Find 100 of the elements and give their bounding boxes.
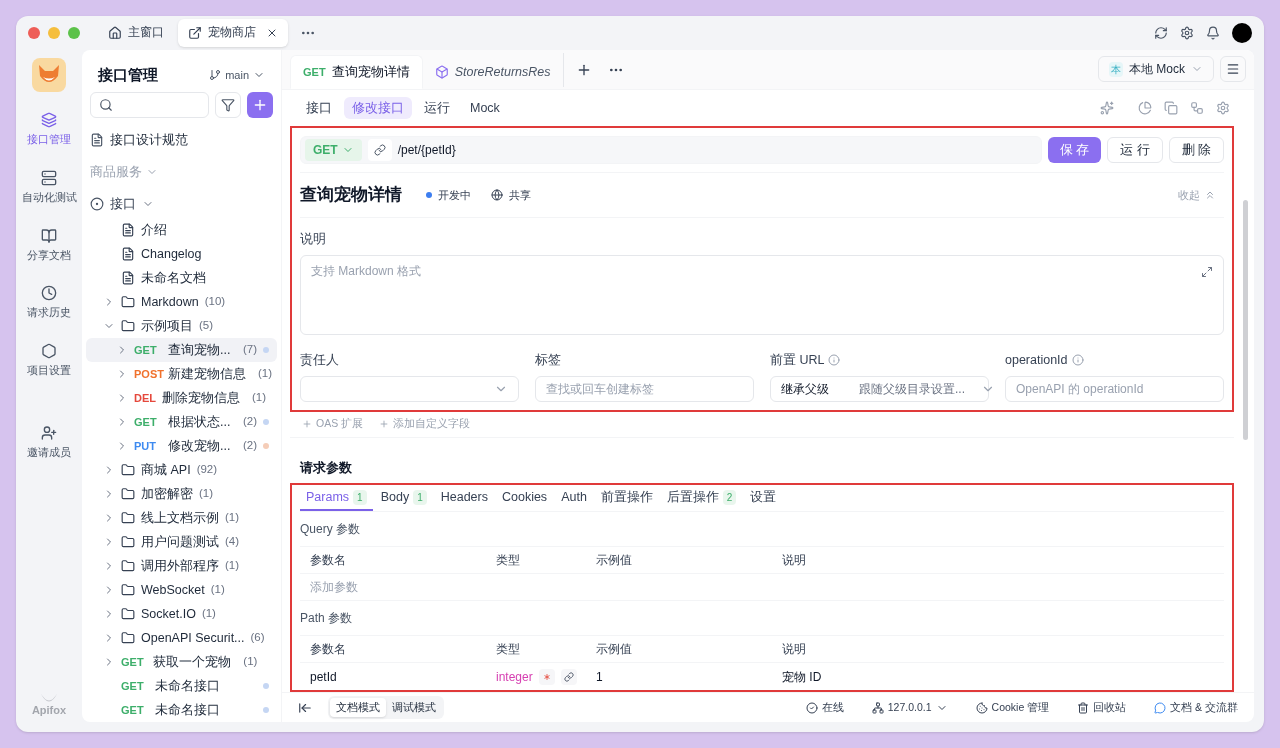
document-tab[interactable]: StoreReturnsRes: [422, 55, 563, 89]
section-title: 请求参数: [298, 458, 353, 477]
column-header: 说明: [782, 641, 807, 658]
cookie-icon: [975, 701, 988, 714]
item-count: (1): [225, 558, 240, 574]
param-tab[interactable]: Params 1: [300, 485, 373, 511]
nav-item[interactable]: 项目设置: [27, 335, 71, 387]
tree-item[interactable]: 线上文档示例: [141, 508, 219, 528]
tree-item[interactable]: Changelog: [141, 244, 202, 264]
sub-tab[interactable]: 运行: [416, 96, 458, 120]
param-tab[interactable]: Auth: [555, 485, 593, 511]
branch-selector[interactable]: main: [209, 66, 265, 84]
api-name: 新建宠物信息: [168, 365, 246, 383]
flow-icon[interactable]: [1190, 101, 1204, 115]
mode-toggle[interactable]: 文档模式: [330, 697, 386, 718]
nav-item[interactable]: 接口管理: [27, 104, 71, 156]
copy-icon[interactable]: [1164, 101, 1178, 115]
minimize-window-button[interactable]: [48, 27, 60, 39]
tree-item[interactable]: Socket.IO: [141, 604, 196, 624]
tree-item[interactable]: 接口: [110, 194, 136, 214]
tree-item[interactable]: 商城 API: [141, 460, 191, 480]
branch-icon: [209, 69, 222, 81]
nav-item[interactable]: 分享文档: [27, 219, 71, 272]
book-icon: [41, 227, 57, 244]
field-label: operationId: [1005, 351, 1068, 369]
status-item[interactable]: 回收站: [1077, 699, 1127, 716]
sub-tab[interactable]: Mock: [462, 96, 508, 120]
api-tree-item[interactable]: PUT 修改宠物... (2): [86, 434, 277, 458]
status-item[interactable]: 127.0.0.1: [871, 699, 948, 716]
environment-selector[interactable]: 本 本地 Mock: [1098, 56, 1214, 82]
tree-item[interactable]: 用户问题测试: [141, 532, 219, 552]
api-tree-item[interactable]: DEL 删除宠物信息 (1): [86, 386, 277, 410]
mode-toggle[interactable]: 调试模式: [386, 697, 442, 718]
bell-icon[interactable]: [1206, 26, 1220, 40]
tab-title: 查询宠物详情: [331, 63, 410, 81]
url-bar[interactable]: GET /pet/{petId}: [300, 136, 1042, 164]
sub-tab[interactable]: 修改接口: [344, 96, 412, 120]
param-tab[interactable]: 前置操作: [594, 485, 659, 511]
collapse-sidebar-icon[interactable]: [298, 700, 312, 715]
menu-button[interactable]: [1220, 56, 1246, 82]
api-name: 修改宠物...: [168, 437, 231, 455]
environment-badge: 本: [1109, 61, 1123, 77]
param-tab[interactable]: 后置操作 2: [660, 485, 743, 511]
api-name: 未命名接口: [155, 677, 220, 695]
sparkle-icon[interactable]: [1100, 101, 1114, 115]
online-icon: [805, 701, 818, 714]
avatar[interactable]: [1232, 23, 1252, 43]
action-button[interactable]: 删 除: [1168, 137, 1224, 163]
menu-icon: [1226, 62, 1240, 76]
tree-item[interactable]: 示例项目: [141, 316, 193, 336]
item-count: (10): [204, 294, 226, 310]
search-icon: [99, 98, 113, 112]
api-tree-item[interactable]: POST 新建宠物信息 (1): [86, 362, 277, 386]
param-tab[interactable]: Headers: [434, 485, 494, 511]
folder-icon: [121, 295, 135, 309]
tree-item[interactable]: 加密解密: [141, 484, 193, 504]
window-tab[interactable]: 宠物商店: [178, 19, 288, 47]
window-tab[interactable]: 主窗口: [98, 19, 174, 47]
plus-icon: [252, 97, 268, 113]
expand-icon[interactable]: [1201, 265, 1213, 278]
tree-item[interactable]: 未命名文档: [141, 268, 206, 288]
share-label[interactable]: 共享: [509, 186, 531, 204]
status-label[interactable]: 开发中: [438, 186, 471, 204]
status-item[interactable]: 在线: [805, 699, 844, 716]
api-tree-item[interactable]: GET 未命名接口: [86, 698, 277, 722]
refresh-icon[interactable]: [1154, 26, 1168, 40]
close-window-button[interactable]: [28, 27, 40, 39]
tree-item[interactable]: Markdown: [141, 292, 199, 312]
field-label: 责任人: [300, 351, 339, 369]
add-button[interactable]: [247, 92, 273, 118]
tree-item[interactable]: OpenAPI Securit...: [141, 628, 245, 648]
select-field[interactable]: 继承父级 跟随父级目录设置...: [770, 375, 989, 402]
status-item[interactable]: 文档 & 交流群: [1154, 699, 1238, 716]
filter-button[interactable]: [215, 92, 241, 118]
tree-item[interactable]: 介绍: [141, 220, 167, 240]
action-button[interactable]: 运 行: [1107, 137, 1163, 163]
nav-item[interactable]: 邀请成员: [27, 416, 71, 469]
search-field[interactable]: [90, 92, 209, 118]
param-tab[interactable]: Body 1: [374, 485, 433, 511]
chart-icon[interactable]: [1138, 101, 1152, 115]
api-tree-item[interactable]: GET 根据状态... (2): [86, 410, 277, 434]
param-tab[interactable]: Cookies: [495, 485, 554, 511]
sub-tab[interactable]: 接口: [298, 96, 340, 120]
nav-item[interactable]: 自动化测试: [21, 161, 77, 214]
tree-item[interactable]: 调用外部程序: [141, 556, 219, 576]
maximize-window-button[interactable]: [68, 27, 80, 39]
api-tree-item[interactable]: GET 获取一个宠物 (1): [86, 650, 277, 674]
link-icon[interactable]: [560, 668, 577, 685]
api-tree-item[interactable]: GET 查询宠物... (7): [86, 338, 277, 362]
nav-item[interactable]: 请求历史: [27, 277, 71, 329]
close-icon[interactable]: [266, 27, 278, 39]
method-label: GET: [121, 678, 145, 694]
document-tab[interactable]: GET 查询宠物详情: [290, 55, 423, 89]
tree-item[interactable]: WebSocket: [141, 580, 205, 600]
api-tree-item[interactable]: GET 未命名接口: [86, 674, 277, 698]
action-button[interactable]: 保 存: [1047, 137, 1102, 163]
status-item[interactable]: Cookie 管理: [975, 699, 1050, 716]
select-field[interactable]: [300, 375, 519, 402]
tree-item[interactable]: 接口设计规范: [110, 130, 188, 150]
param-tab[interactable]: 设置: [744, 485, 783, 511]
